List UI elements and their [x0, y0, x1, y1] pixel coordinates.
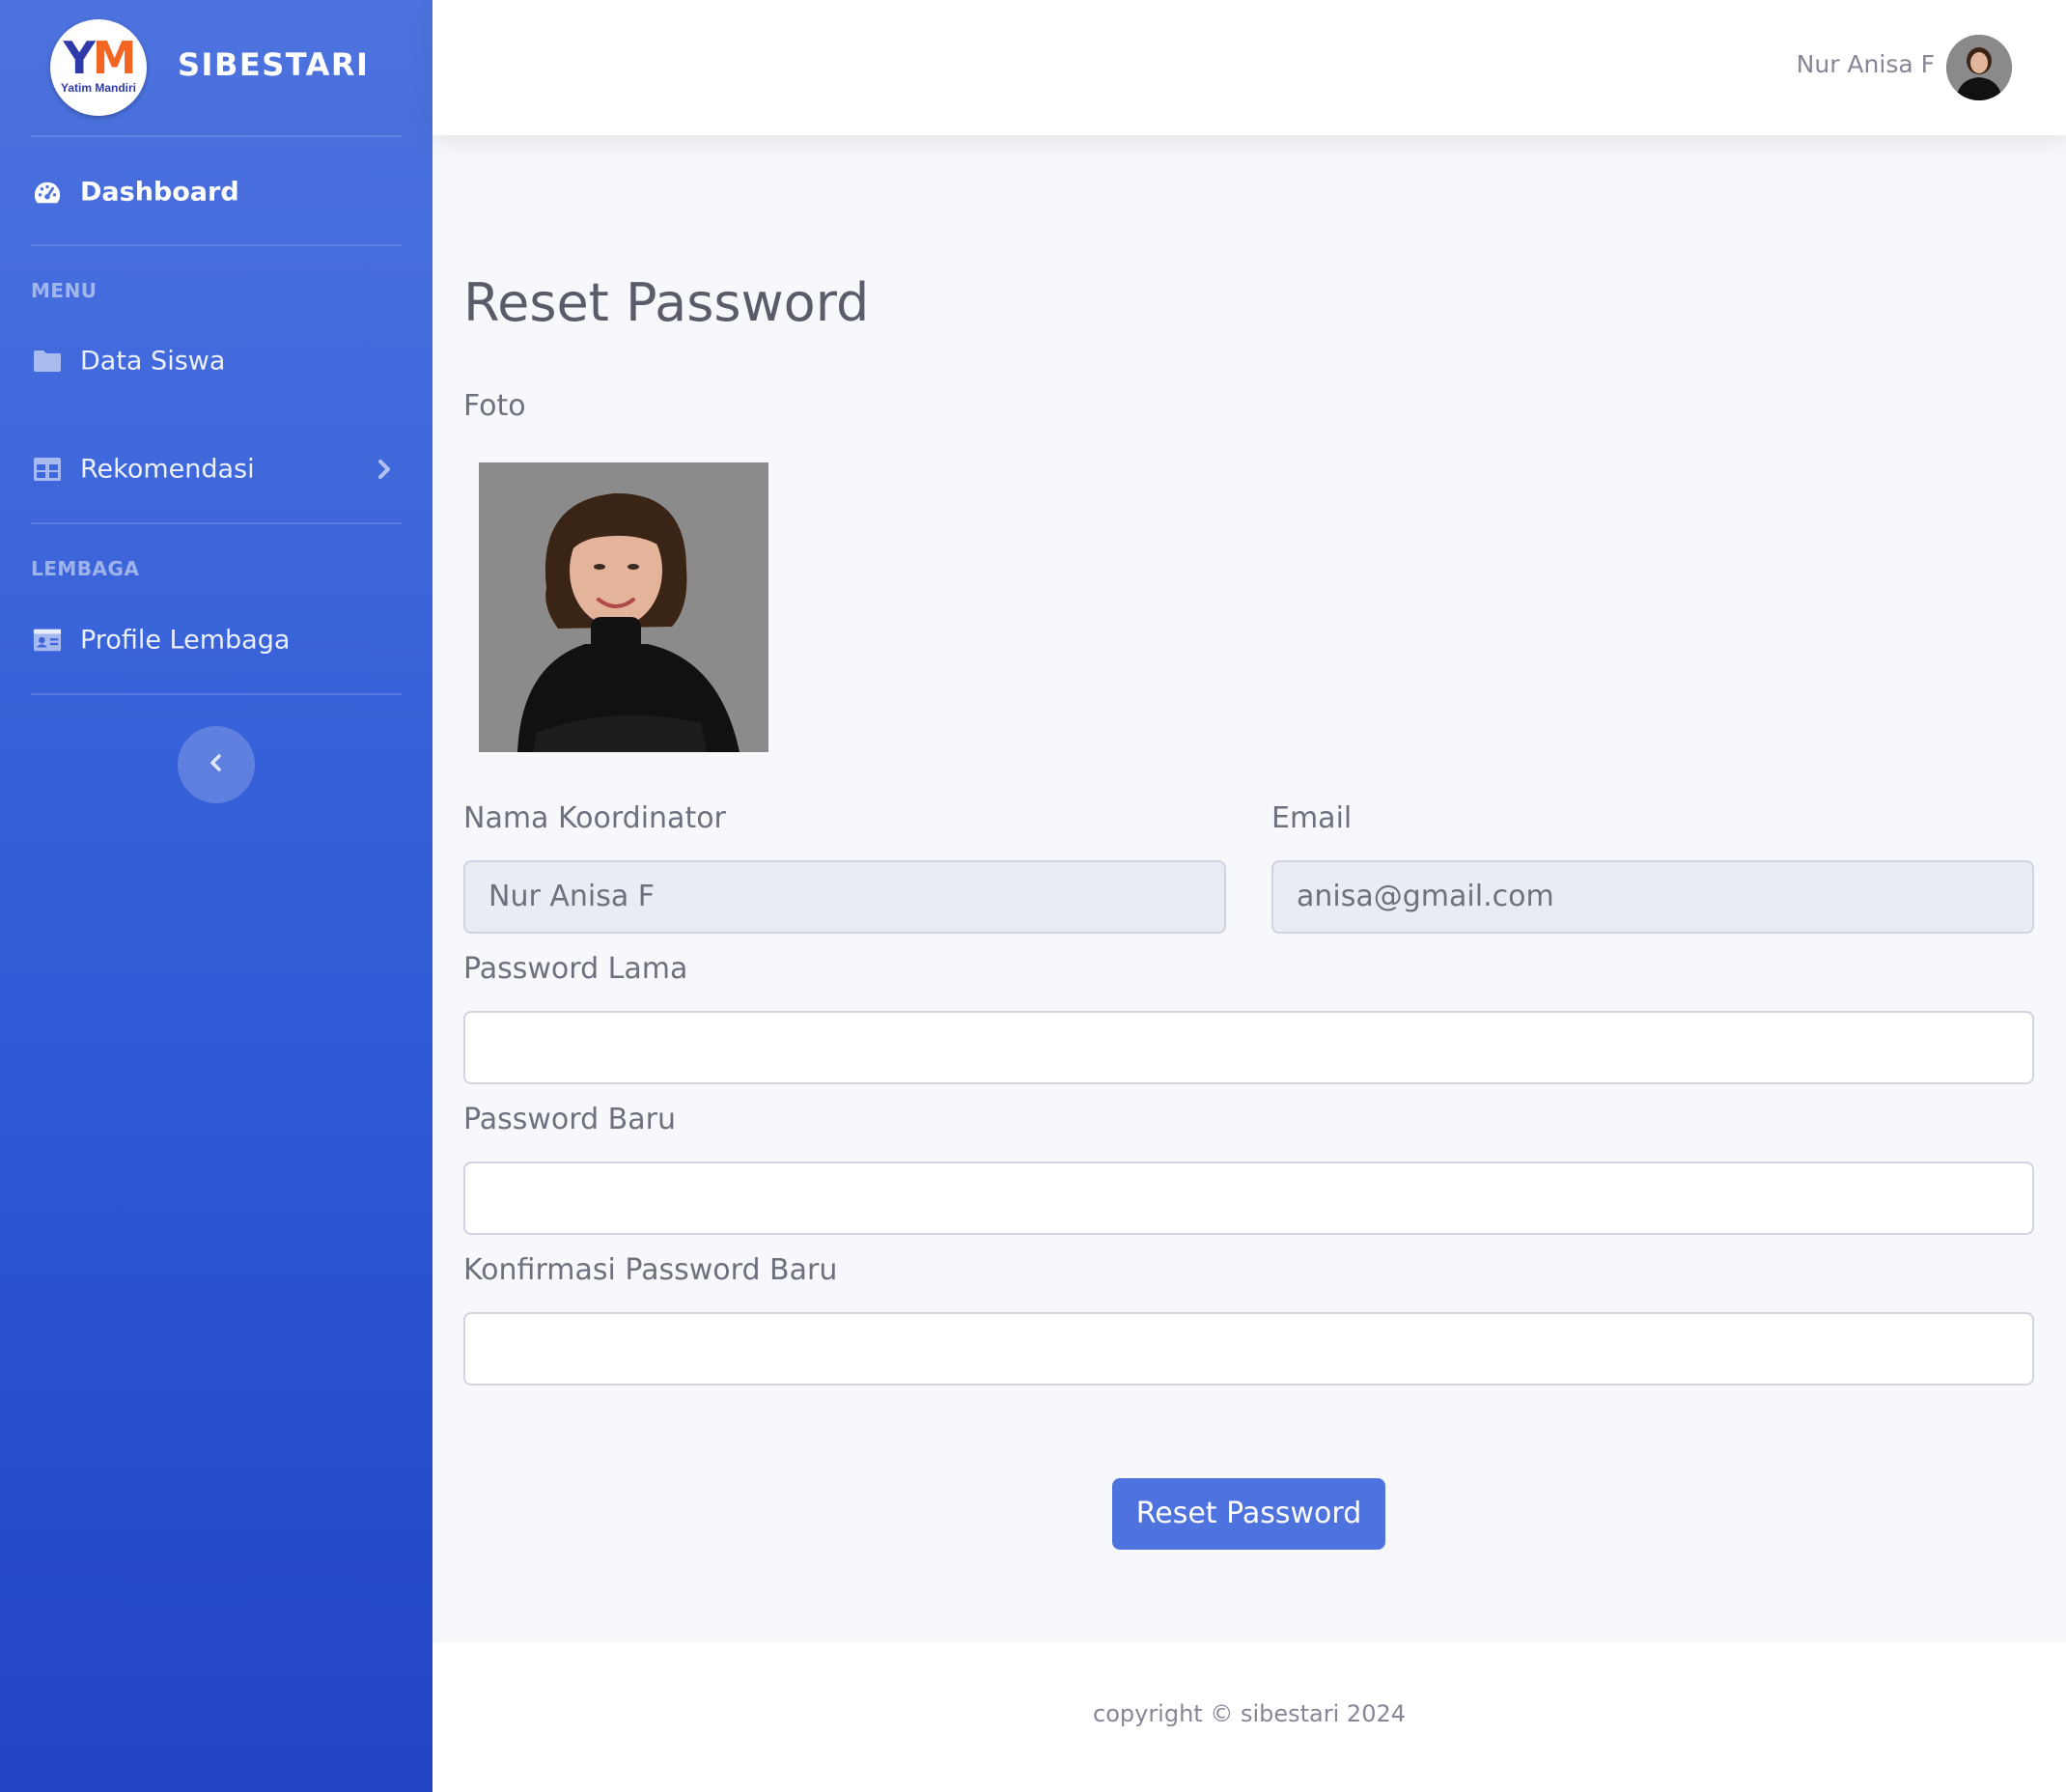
logo-letter-y: Y [63, 32, 95, 84]
name-label: Nama Koordinator [463, 801, 726, 835]
sidebar-heading-menu: MENU [31, 279, 98, 302]
brand-logo-subtitle: Yatim Mandiri [60, 81, 137, 95]
sidebar-item-dashboard[interactable]: Dashboard [0, 154, 433, 231]
sidebar-item-rekomendasi[interactable]: Rekomendasi [0, 431, 433, 508]
brand-logo-mark: YM [50, 33, 147, 83]
table-icon [33, 455, 62, 484]
brand-name: SIBESTARI [178, 46, 370, 83]
footer-copyright: copyright © sibestari 2024 [1093, 1700, 1406, 1727]
name-field[interactable]: Nur Anisa F [463, 860, 1226, 934]
sidebar-divider [31, 244, 402, 246]
sidebar-divider [31, 522, 402, 524]
tachometer-icon [33, 178, 62, 207]
user-avatar[interactable] [1946, 35, 2012, 100]
profile-photo [479, 462, 768, 752]
user-name[interactable]: Nur Anisa F [1797, 50, 1935, 78]
footer: copyright © sibestari 2024 [433, 1642, 2066, 1792]
sidebar-item-profile-lembaga[interactable]: Profile Lembaga [0, 602, 433, 679]
chevron-right-icon [373, 458, 396, 481]
sidebar-brand[interactable]: YM Yatim Mandiri SIBESTARI [0, 0, 433, 135]
folder-icon [33, 347, 62, 376]
page-title: Reset Password [463, 272, 870, 333]
sidebar-item-label: Profile Lembaga [80, 625, 291, 656]
sidebar-item-label: Dashboard [80, 177, 239, 208]
sidebar-divider [31, 693, 402, 695]
sidebar-item-label: Rekomendasi [80, 454, 255, 485]
sidebar-item-data-siswa[interactable]: Data Siswa [0, 322, 433, 400]
logo-letter-m: M [92, 32, 137, 84]
reset-password-button[interactable]: Reset Password [1112, 1478, 1385, 1550]
old-password-input[interactable] [463, 1011, 2034, 1084]
old-password-label: Password Lama [463, 952, 688, 986]
photo-label: Foto [463, 389, 526, 423]
chevron-left-icon [206, 752, 227, 777]
new-password-label: Password Baru [463, 1103, 676, 1136]
email-field[interactable]: anisa@gmail.com [1271, 860, 2034, 934]
sidebar-toggle-button[interactable] [178, 726, 255, 803]
new-password-input[interactable] [463, 1162, 2034, 1235]
confirm-password-input[interactable] [463, 1312, 2034, 1386]
confirm-password-label: Konfirmasi Password Baru [463, 1253, 838, 1287]
topbar: Nur Anisa F [433, 0, 2066, 135]
email-label: Email [1271, 801, 1353, 835]
brand-logo: YM Yatim Mandiri [50, 19, 147, 116]
sidebar-divider [31, 135, 402, 137]
sidebar-item-label: Data Siswa [80, 346, 226, 377]
sidebar-heading-lembaga: LEMBAGA [31, 557, 140, 580]
sidebar: YM Yatim Mandiri SIBESTARI Dashboard MEN… [0, 0, 433, 1792]
id-card-icon [33, 626, 62, 655]
